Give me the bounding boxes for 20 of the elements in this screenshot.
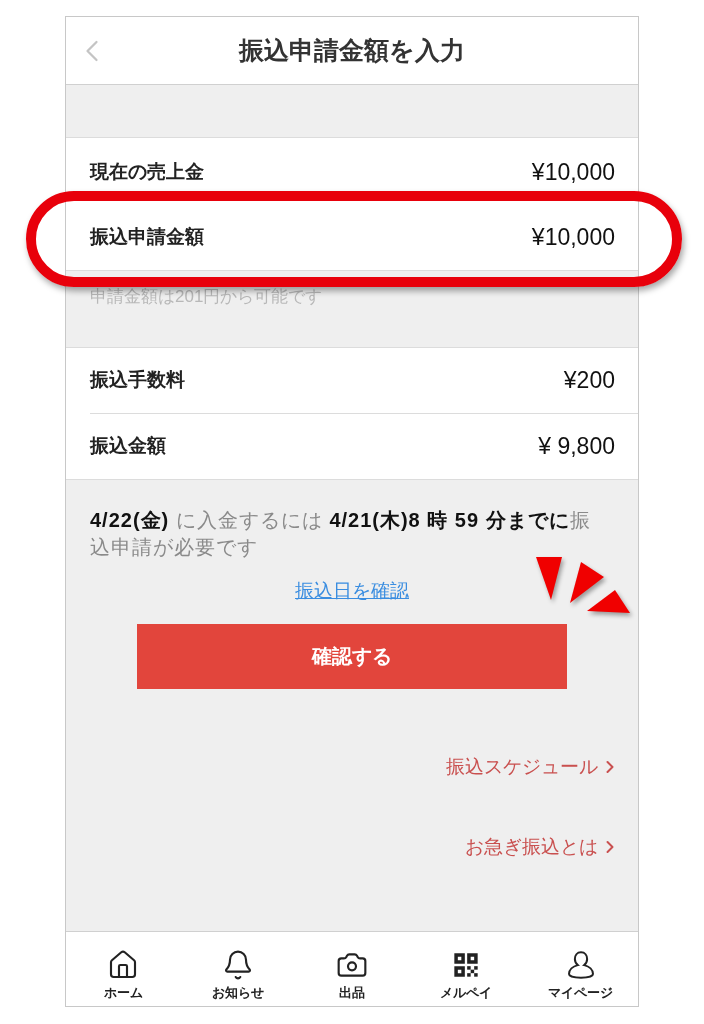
row-label: 振込金額 <box>90 434 166 459</box>
amount-value: ¥200 <box>563 366 615 396</box>
page-title: 振込申請金額を入力 <box>239 34 465 66</box>
notice-text: 4/22(金) に入金するには 4/21(木)8 時 59 分までに振込申請が必要です <box>89 508 592 560</box>
tab-item[interactable]: お知らせ <box>180 932 295 1006</box>
tab-item[interactable]: メルペイ <box>409 932 524 1006</box>
row-label: 振込申請金額 <box>90 225 204 250</box>
info-link[interactable]: 振込スケジュール <box>446 752 620 781</box>
tab-item[interactable]: マイページ <box>523 932 638 1006</box>
tab-item[interactable]: ホーム <box>66 932 181 1006</box>
emphasis-triangle-icon <box>536 557 562 600</box>
amount-value: ¥ 9,800 <box>538 432 615 462</box>
row-label: 現在の売上金 <box>90 160 204 185</box>
tab-item[interactable]: 出品 <box>294 932 410 1006</box>
qr-code-icon <box>452 951 481 979</box>
amount-value: ¥10,000 <box>531 223 615 253</box>
row-label: 振込手数料 <box>90 368 185 393</box>
amount-value: ¥10,000 <box>531 158 615 188</box>
info-link[interactable]: お急ぎ振込とは <box>465 833 620 862</box>
confirm-button[interactable]: 確認する <box>137 623 567 689</box>
